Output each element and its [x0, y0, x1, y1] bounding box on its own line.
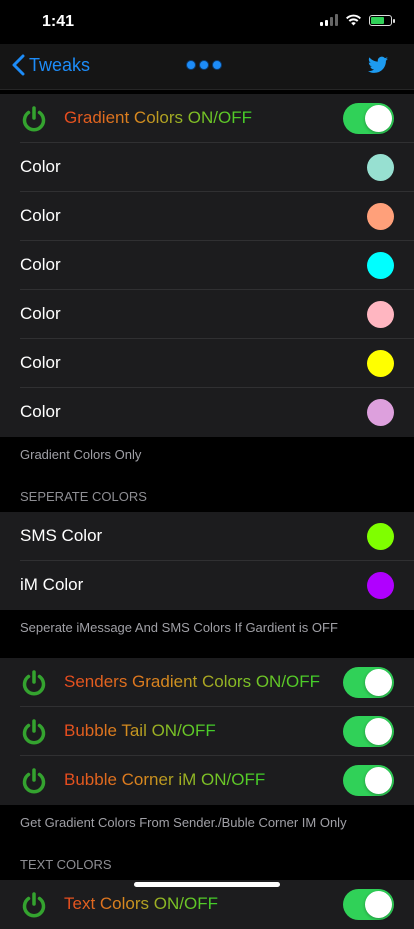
sms-color-swatch[interactable] — [367, 523, 394, 550]
dots-logo-icon — [186, 60, 222, 70]
bubble-corner-row: Bubble Corner iM ON/OFF — [0, 756, 414, 805]
status-icons — [320, 14, 395, 26]
separate-colors-header: SEPERATE COLORS — [20, 489, 147, 504]
color-row[interactable]: Color — [0, 290, 414, 339]
chevron-left-icon — [12, 54, 25, 76]
gradient-toggle-label: Gradient Colors ON/OFF — [64, 108, 252, 127]
color-swatch[interactable] — [367, 301, 394, 328]
color-row[interactable]: Color — [0, 339, 414, 388]
back-button[interactable]: Tweaks — [12, 54, 90, 76]
gradient-colors-group: Gradient Colors ON/OFF Color Color Color… — [0, 94, 414, 437]
back-label: Tweaks — [29, 54, 91, 75]
home-indicator[interactable] — [134, 882, 280, 887]
color-row[interactable]: Color — [0, 143, 414, 192]
senders-footer: Get Gradient Colors From Sender./Buble C… — [20, 815, 347, 830]
im-color-swatch[interactable] — [367, 572, 394, 599]
senders-gradient-row: Senders Gradient Colors ON/OFF — [0, 658, 414, 707]
color-label: Color — [20, 304, 61, 323]
status-bar: 1:41 — [0, 0, 414, 44]
text-colors-label: Text Colors ON/OFF — [64, 894, 218, 913]
gradient-colors-switch[interactable] — [343, 103, 394, 134]
navigation-bar: Tweaks — [0, 44, 414, 90]
sms-color-label: SMS Color — [20, 526, 103, 545]
color-label: Color — [20, 255, 61, 274]
power-icon — [22, 892, 46, 918]
cellular-signal-icon — [320, 14, 338, 26]
color-label: Color — [20, 157, 61, 176]
separate-colors-group: SMS Color iM Color — [0, 512, 414, 610]
color-row[interactable]: Color — [0, 241, 414, 290]
senders-group: Senders Gradient Colors ON/OFF Bubble Ta… — [0, 658, 414, 805]
battery-charging-icon — [369, 14, 395, 26]
power-icon — [22, 719, 46, 745]
power-icon — [22, 106, 46, 132]
gradient-toggle-row: Gradient Colors ON/OFF — [0, 94, 414, 143]
bubble-tail-label: Bubble Tail ON/OFF — [64, 721, 216, 740]
senders-gradient-switch[interactable] — [343, 667, 394, 698]
power-icon — [22, 670, 46, 696]
color-swatch[interactable] — [367, 399, 394, 426]
color-row[interactable]: Color — [0, 388, 414, 437]
gradient-footer: Gradient Colors Only — [20, 447, 142, 462]
color-swatch[interactable] — [367, 154, 394, 181]
separate-footer: Seperate iMessage And SMS Colors If Gard… — [20, 620, 338, 635]
im-color-label: iM Color — [20, 575, 84, 594]
bubble-corner-switch[interactable] — [343, 765, 394, 796]
color-swatch[interactable] — [367, 350, 394, 377]
text-colors-switch[interactable] — [343, 889, 394, 920]
im-color-row[interactable]: iM Color — [0, 561, 414, 610]
wifi-icon — [346, 14, 361, 26]
twitter-icon[interactable] — [368, 56, 388, 74]
text-colors-header: TEXT COLORS — [20, 857, 112, 872]
settings-list: Gradient Colors ON/OFF Color Color Color… — [0, 90, 414, 929]
status-time: 1:41 — [42, 13, 75, 30]
sms-color-row[interactable]: SMS Color — [0, 512, 414, 561]
text-colors-toggle-row: Text Colors ON/OFF — [0, 880, 414, 929]
color-label: Color — [20, 206, 61, 225]
bubble-tail-switch[interactable] — [343, 716, 394, 747]
color-label: Color — [20, 353, 61, 372]
color-row[interactable]: Color — [0, 192, 414, 241]
senders-gradient-label: Senders Gradient Colors ON/OFF — [64, 672, 321, 691]
color-swatch[interactable] — [367, 203, 394, 230]
bubble-tail-row: Bubble Tail ON/OFF — [0, 707, 414, 756]
color-swatch[interactable] — [367, 252, 394, 279]
text-colors-group: Text Colors ON/OFF — [0, 880, 414, 929]
color-label: Color — [20, 402, 61, 421]
bubble-corner-label: Bubble Corner iM ON/OFF — [64, 770, 266, 789]
power-icon — [22, 768, 46, 794]
